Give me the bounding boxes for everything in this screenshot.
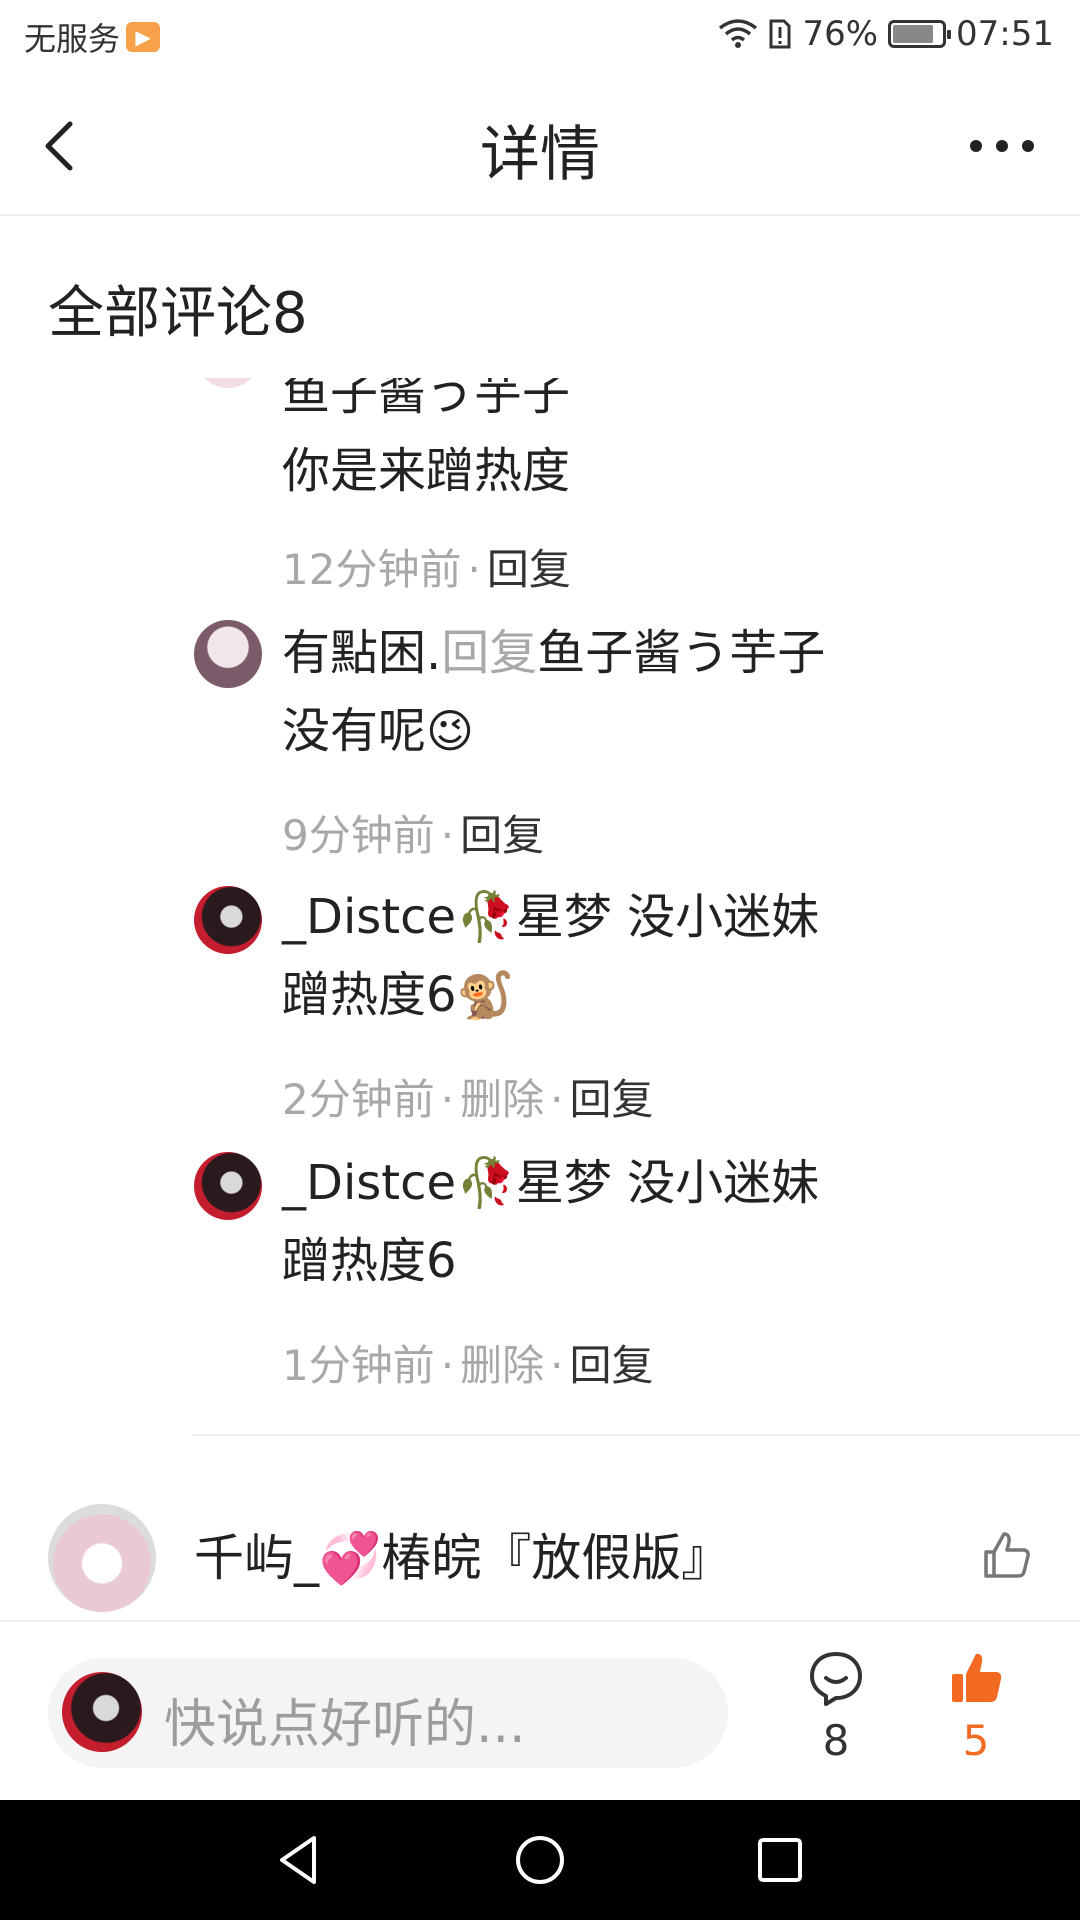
monkey-emoji: 🐒 <box>456 968 514 1022</box>
comment-author[interactable]: 千屿_💞椿皖『放假版』 <box>194 1518 731 1590</box>
comment-thread: 鱼子酱う芋子 你是来蹭热度 12分钟前 · 回复 有點困.回复鱼子酱う芋子 没有呢😉… <box>0 378 1080 1618</box>
avatar[interactable] <box>194 886 262 954</box>
reply-line: 蹭热度6🐒 <box>282 956 942 1034</box>
reply-meta: 12分钟前 · 回复 <box>282 545 571 594</box>
reply-meta: 1分钟前 · 删除 · 回复 <box>282 1341 654 1390</box>
reply-author[interactable]: 有點困. <box>282 625 441 681</box>
reply-text[interactable]: _Distce🥀星梦 没小迷妹 蹭热度6 <box>282 1144 942 1300</box>
reply-meta: 2分钟前 · 删除 · 回复 <box>282 1075 654 1124</box>
more-dot <box>996 140 1008 152</box>
wifi-icon <box>719 19 758 48</box>
comment-item[interactable]: 千屿_💞椿皖『放假版』 <box>0 1504 1080 1618</box>
comments-button[interactable]: 8 <box>786 1648 886 1765</box>
comments-section-title: 全部评论8 <box>48 281 308 346</box>
system-recents-icon[interactable] <box>750 1830 810 1890</box>
page-title: 详情 <box>480 120 600 190</box>
reply-body: 没小迷妹 <box>611 1155 820 1211</box>
reply-line: 有點困.回复鱼子酱う芋子 <box>282 614 942 692</box>
reply-line: 鱼子酱う芋子 <box>282 378 571 421</box>
reply-line: 你是来蹭热度 <box>282 443 571 499</box>
comment-input-placeholder: 快说点好听的... <box>164 1695 526 1755</box>
avatar[interactable] <box>48 1504 156 1612</box>
reply-time: 9分钟前 <box>282 811 435 860</box>
reply-text[interactable]: 有點困.回复鱼子酱う芋子 没有呢😉 <box>282 614 942 770</box>
clock: 07:51 <box>956 14 1054 54</box>
thumbs-up-icon[interactable] <box>980 1528 1034 1582</box>
delete-button[interactable]: 删除 <box>460 1075 544 1124</box>
avatar <box>62 1672 142 1752</box>
more-options-button[interactable] <box>962 126 1042 166</box>
reply-line: 蹭热度6 <box>282 1233 457 1289</box>
comment-input-bar: 快说点好听的... 8 5 <box>0 1620 1080 1802</box>
thread-divider <box>192 1434 1080 1436</box>
thumbs-up-filled-icon <box>952 1653 1002 1702</box>
reply-button[interactable]: 回复 <box>487 545 571 594</box>
like-button[interactable]: 5 <box>926 1648 1026 1765</box>
like-count: 5 <box>962 1716 990 1765</box>
reply-body: 蹭热度6 <box>282 967 457 1023</box>
reply-button[interactable]: 回复 <box>569 1075 653 1124</box>
carrier-label: 无服务 <box>24 20 121 58</box>
more-dot <box>1022 140 1034 152</box>
reply-line: _Distce🥀星梦 没小迷妹 <box>282 1144 942 1222</box>
carrier-status: 无服务 ▶ <box>24 14 161 60</box>
avatar[interactable] <box>194 620 262 688</box>
battery-percent: 76% <box>802 14 879 54</box>
reply-text[interactable]: _Distce🥀星梦 没小迷妹 蹭热度6🐒 <box>282 878 942 1034</box>
reply-time: 2分钟前 <box>282 1075 435 1124</box>
system-navigation-bar <box>0 1800 1080 1920</box>
reply-target[interactable]: 鱼子酱う芋子 <box>537 625 825 681</box>
comment-bubble-icon <box>810 1652 862 1706</box>
nav-header: 详情 <box>0 76 1080 216</box>
system-home-icon[interactable] <box>510 1830 570 1890</box>
reply-meta: 9分钟前 · 回复 <box>282 811 545 860</box>
avatar[interactable] <box>194 378 262 388</box>
wink-emoji: 😉 <box>426 704 474 758</box>
reply-line: _Distce🥀星梦 没小迷妹 <box>282 878 942 956</box>
back-arrow-icon[interactable] <box>36 116 86 176</box>
reply-time: 12分钟前 <box>282 545 462 594</box>
reply-text: 鱼子酱う芋子 你是来蹭热度 <box>282 378 942 510</box>
reply-author[interactable]: _Distce🥀星梦 <box>282 889 612 945</box>
sim-alert-icon <box>769 19 791 49</box>
system-back-icon[interactable] <box>270 1830 330 1890</box>
status-bar: 无服务 ▶ 76% 07:51 <box>0 0 1080 76</box>
system-indicators: 76% 07:51 <box>718 14 1054 54</box>
comment-count: 8 <box>822 1716 850 1765</box>
avatar[interactable] <box>194 1152 262 1220</box>
reply-body: 没有呢 <box>282 703 427 759</box>
reply-time: 1分钟前 <box>282 1341 435 1390</box>
delete-button[interactable]: 删除 <box>460 1341 544 1390</box>
reply-keyword: 回复 <box>441 625 538 681</box>
media-notification-icon: ▶ <box>126 22 161 52</box>
battery-icon <box>888 20 952 48</box>
reply-line: 没有呢😉 <box>282 692 942 770</box>
reply-author[interactable]: _Distce🥀星梦 <box>282 1155 612 1211</box>
comment-input[interactable]: 快说点好听的... <box>48 1658 728 1768</box>
reply-button[interactable]: 回复 <box>460 811 544 860</box>
more-dot <box>970 140 982 152</box>
reply-body: 没小迷妹 <box>611 889 820 945</box>
reply-button[interactable]: 回复 <box>569 1341 653 1390</box>
